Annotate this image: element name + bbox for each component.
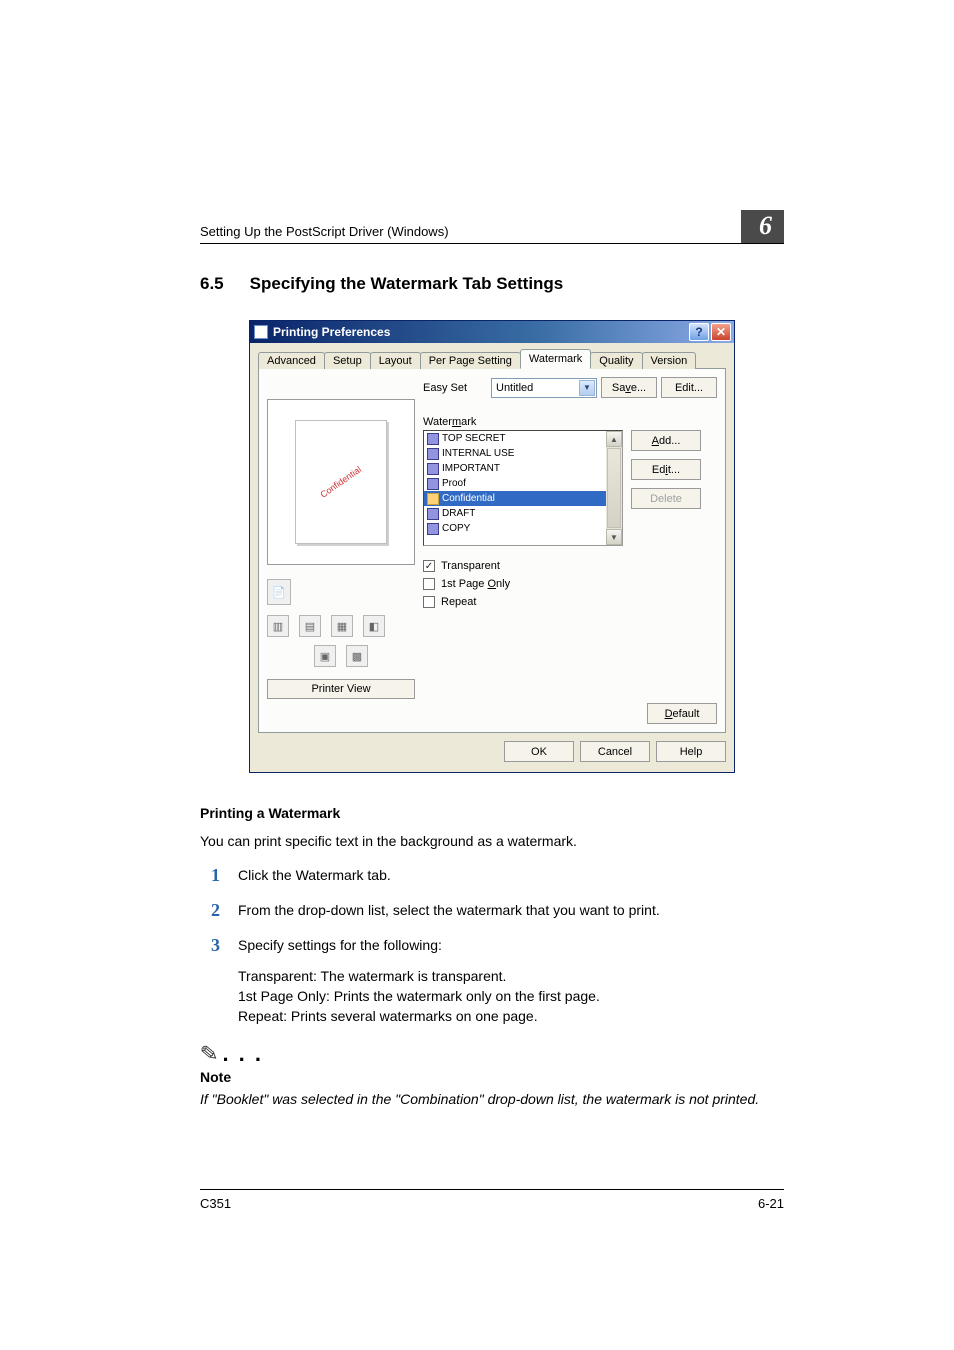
watermark-item-icon [427, 463, 439, 475]
app-icon [254, 325, 268, 339]
list-item[interactable]: INTERNAL USE [424, 446, 606, 461]
step-3-line-3: Repeat: Prints several watermarks on one… [238, 1006, 784, 1026]
note-body: If "Booklet" was selected in the "Combin… [200, 1089, 784, 1109]
list-item[interactable]: DRAFT [424, 506, 606, 521]
watermark-listbox[interactable]: TOP SECRET INTERNAL USE IMPORTANT Proof … [423, 430, 623, 546]
step-2: From the drop-down list, select the wate… [238, 900, 784, 920]
scroll-thumb[interactable] [607, 448, 621, 528]
watermark-item-icon [427, 523, 439, 535]
sub-heading: Printing a Watermark [200, 805, 784, 821]
tab-layout[interactable]: Layout [370, 352, 421, 369]
step-3: Specify settings for the following: [238, 935, 784, 955]
preview-watermark-text: Confidential [319, 464, 364, 499]
repeat-label: Repeat [441, 596, 476, 608]
transparent-label: Transparent [441, 560, 500, 572]
step-1: Click the Watermark tab. [238, 865, 784, 885]
titlebar-close-button[interactable]: ✕ [711, 323, 731, 341]
layout-icon-6[interactable]: ▩ [346, 645, 368, 667]
footer-model: C351 [200, 1196, 231, 1211]
watermark-item-icon [427, 493, 439, 505]
cancel-button[interactable]: Cancel [580, 741, 650, 762]
list-item[interactable]: COPY [424, 521, 606, 536]
titlebar-help-button[interactable]: ? [689, 323, 709, 341]
running-head: Setting Up the PostScript Driver (Window… [200, 224, 449, 239]
help-button[interactable]: Help [656, 741, 726, 762]
printing-preferences-dialog: Printing Preferences ? ✕ Advanced Setup … [249, 320, 735, 773]
layout-icon-2[interactable]: ▤ [299, 615, 321, 637]
layout-icon-1[interactable]: ▥ [267, 615, 289, 637]
layout-icon-5[interactable]: ▣ [314, 645, 336, 667]
tab-watermark[interactable]: Watermark [520, 349, 591, 369]
tab-per-page-setting[interactable]: Per Page Setting [420, 352, 521, 369]
step-number-3: 3 [200, 935, 220, 956]
paper-feed-icon[interactable]: 📄 [267, 579, 291, 605]
dialog-title: Printing Preferences [273, 325, 390, 339]
first-page-only-label: 1st Page Only [441, 578, 510, 590]
intro-text: You can print specific text in the backg… [200, 831, 784, 851]
layout-icon-4[interactable]: ◧ [363, 615, 385, 637]
first-page-only-checkbox[interactable] [423, 578, 435, 590]
easy-set-dropdown[interactable]: Untitled ▼ [491, 378, 597, 398]
tab-advanced[interactable]: Advanced [258, 352, 325, 369]
watermark-item-icon [427, 508, 439, 520]
scroll-up-button[interactable]: ▲ [606, 431, 622, 447]
easy-set-value: Untitled [496, 382, 533, 394]
watermark-item-icon [427, 433, 439, 445]
transparent-checkbox[interactable]: ✓ [423, 560, 435, 572]
easy-set-label: Easy Set [423, 382, 487, 394]
watermark-delete-button: Delete [631, 488, 701, 509]
printer-view-button[interactable]: Printer View [267, 679, 415, 699]
note-icon: ✎ [199, 1040, 220, 1068]
watermark-edit-button[interactable]: Edit... [631, 459, 701, 480]
section-title: Specifying the Watermark Tab Settings [250, 274, 564, 294]
page-preview: Confidential [267, 399, 415, 565]
footer-page-number: 6-21 [758, 1196, 784, 1211]
tab-strip: Advanced Setup Layout Per Page Setting W… [258, 349, 726, 369]
step-3-line-1: Transparent: The watermark is transparen… [238, 966, 784, 986]
scroll-down-button[interactable]: ▼ [606, 529, 622, 545]
note-dots-icon: . . . [222, 1041, 263, 1067]
note-label: Note [200, 1069, 784, 1085]
step-number-2: 2 [200, 900, 220, 921]
easy-set-edit-button[interactable]: Edit... [661, 377, 717, 398]
watermark-group-label: Watermark [423, 416, 717, 428]
easy-set-save-button[interactable]: Save... [601, 377, 657, 398]
list-item[interactable]: TOP SECRET [424, 431, 606, 446]
tab-quality[interactable]: Quality [590, 352, 642, 369]
section-number: 6.5 [200, 274, 224, 294]
tab-version[interactable]: Version [642, 352, 697, 369]
tab-setup[interactable]: Setup [324, 352, 371, 369]
listbox-scrollbar[interactable]: ▲ ▼ [606, 431, 622, 545]
step-3-line-2: 1st Page Only: Prints the watermark only… [238, 986, 784, 1006]
watermark-item-icon [427, 478, 439, 490]
repeat-checkbox[interactable] [423, 596, 435, 608]
layout-icon-3[interactable]: ▦ [331, 615, 353, 637]
watermark-item-icon [427, 448, 439, 460]
ok-button[interactable]: OK [504, 741, 574, 762]
chevron-down-icon: ▼ [579, 380, 595, 396]
list-item[interactable]: Proof [424, 476, 606, 491]
list-item[interactable]: IMPORTANT [424, 461, 606, 476]
chapter-badge: 6 [741, 210, 784, 243]
dialog-titlebar: Printing Preferences ? ✕ [250, 321, 734, 343]
step-number-1: 1 [200, 865, 220, 886]
default-button[interactable]: Default [647, 703, 717, 724]
watermark-add-button[interactable]: Add... [631, 430, 701, 451]
list-item-selected[interactable]: Confidential [424, 491, 606, 506]
